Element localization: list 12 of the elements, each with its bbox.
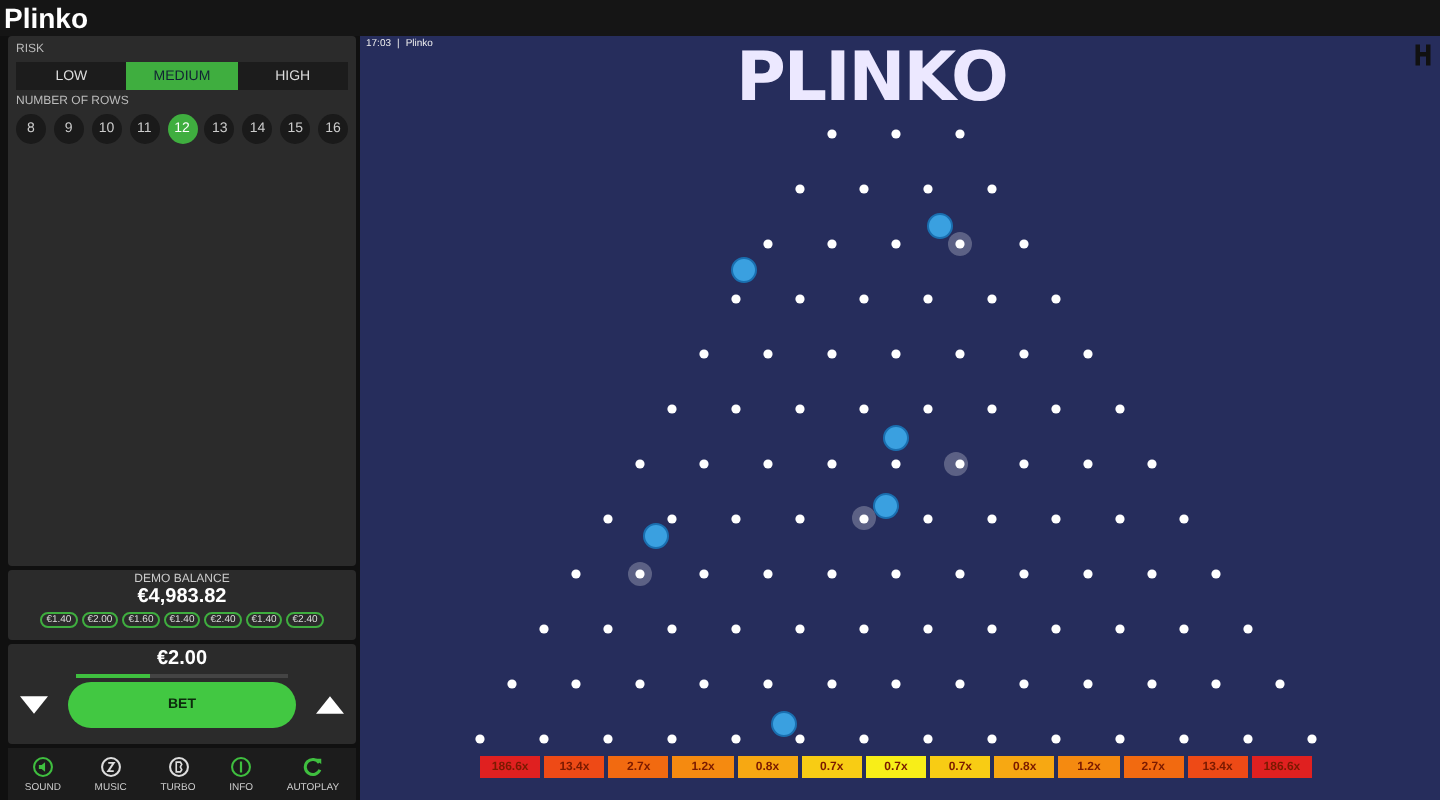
increase-icon[interactable] — [316, 696, 344, 714]
brand-icon — [1414, 42, 1432, 68]
decrease-icon[interactable] — [20, 696, 48, 714]
window-title: Plinko — [4, 2, 89, 34]
info-icon — [230, 755, 253, 777]
music-icon — [99, 755, 122, 777]
balance-value: €4,983.82 — [137, 586, 227, 608]
turbo-icon — [167, 755, 189, 777]
bet-amount: €2.00 — [156, 648, 208, 670]
speaker-icon — [31, 755, 54, 777]
game-logo: PLINKO — [736, 40, 1007, 116]
refresh-icon — [301, 755, 324, 777]
